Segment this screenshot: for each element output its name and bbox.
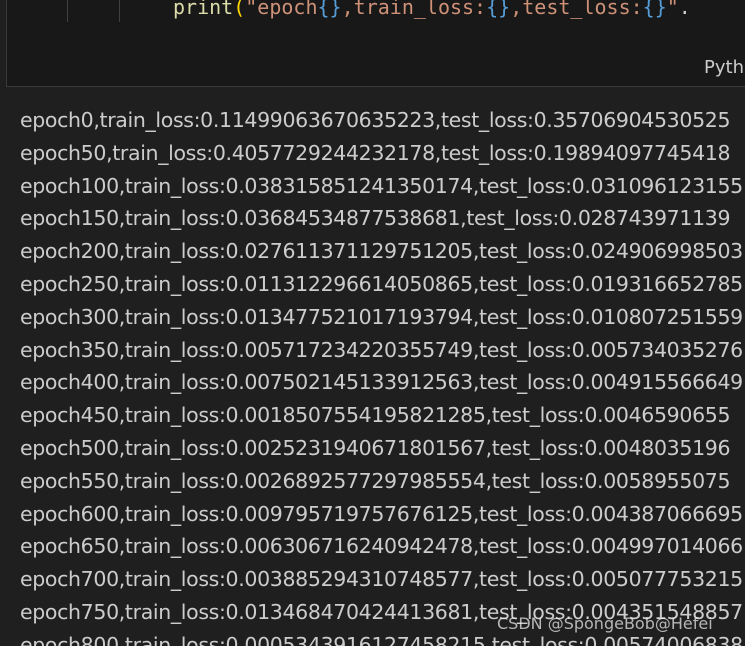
output-line: epoch250,train_loss:0.011312296614050865… — [20, 272, 743, 296]
indent-guide — [67, 0, 68, 22]
cell-output: epoch0,train_loss:0.1149906367063522​3,t… — [0, 88, 745, 646]
output-line: epoch150,train_loss:0.03684534877538681,… — [20, 206, 731, 231]
code-token: ,test_loss: — [510, 0, 643, 19]
code-token: {} — [317, 0, 342, 19]
output-line: epoch450,train_loss:0.001850755419582128… — [20, 403, 731, 428]
output-line: epoch650,train_loss:0.006306716240942478… — [20, 534, 743, 559]
code-token: "epoch — [245, 0, 318, 19]
code-token: . — [678, 0, 691, 19]
output-line: epoch600,train_loss:0.009795719757676125… — [20, 501, 743, 526]
output-line: epoch100,train_loss:0.038315851241350174… — [20, 173, 743, 198]
watermark: CSDN @SpongeBob@Hefei — [497, 614, 713, 633]
output-line: epoch400,train_loss:0.007502145133912563… — [20, 370, 743, 395]
code-token: ( — [233, 0, 246, 19]
output-line: epoch500,train_loss:0.002523194067180156… — [20, 436, 731, 460]
output-line: epoch350,train_loss:0.005717234220355749… — [20, 337, 743, 362]
code-token: " — [666, 0, 679, 19]
code-token: print — [173, 0, 234, 19]
indent-guide — [119, 0, 120, 22]
code-token: {} — [642, 0, 667, 19]
code-token: {} — [486, 0, 511, 19]
output-line: epoch700,train_loss:0.003885294310748577… — [20, 567, 743, 592]
language-label[interactable]: Python — [704, 56, 745, 80]
code-token: ,train_loss: — [341, 0, 487, 19]
code-line[interactable]: print("epoch{},train_loss:{},test_loss:{… — [173, 0, 691, 20]
output-line: epoch50,train_loss:0.4057729244232178,te… — [20, 140, 731, 165]
output-line: epoch550,train_loss:0.002689257729798555… — [20, 468, 731, 493]
output-line: epoch300,train_loss:0.013477521017193794… — [20, 304, 743, 329]
output-line: epoch200,train_loss:0.02761137112975120​… — [20, 239, 743, 264]
code-cell[interactable]: print("epoch{},train_loss:{},test_loss:{… — [6, 0, 745, 87]
output-line: epoch0,train_loss:0.1149906367063522​3,t… — [20, 108, 731, 132]
